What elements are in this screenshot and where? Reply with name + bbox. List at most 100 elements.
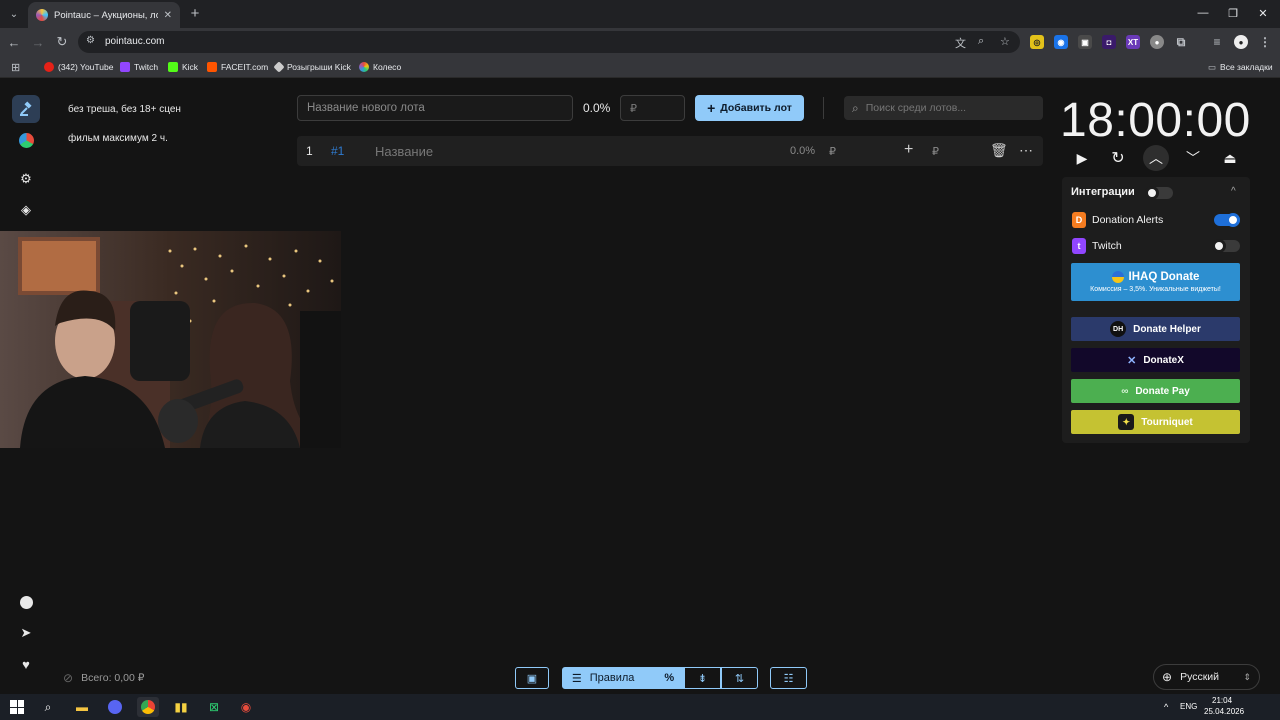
browser-menu-icon[interactable]: ⋮	[1258, 35, 1272, 49]
extension-icon-2[interactable]: ◉	[1054, 35, 1068, 49]
play-button[interactable]: ▶	[1069, 147, 1095, 169]
lot-name-input[interactable]: Название	[375, 144, 433, 159]
search-icon: ⌕	[44, 699, 52, 714]
donate-helper-button[interactable]: DH Donate Helper	[1071, 317, 1240, 341]
twitch-row: t Twitch	[1072, 237, 1122, 255]
split-button[interactable]: ⇟	[684, 667, 721, 689]
media-control-icon[interactable]: ≡	[1210, 35, 1224, 49]
donate-pay-label: Donate Pay	[1135, 385, 1190, 397]
eject-icon: ⏏	[1223, 149, 1237, 166]
bookmark-kick[interactable]: Kick	[168, 60, 198, 74]
extension-icon-3[interactable]: ▣	[1078, 35, 1092, 49]
ihaq-subtitle: Комиссия – 3,5%. Уникальные виджеты!	[1090, 286, 1221, 293]
tray-chevron-icon[interactable]: ^	[1164, 702, 1168, 712]
profile-avatar[interactable]: ●	[1234, 35, 1248, 49]
site-info-icon[interactable]: ⚙	[86, 35, 95, 46]
more-options-icon[interactable]: ⋯	[1019, 142, 1033, 159]
bookmark-wheel[interactable]: Колесо	[359, 60, 401, 74]
collapse-timer-button[interactable]: ⏏	[1217, 147, 1243, 169]
tab-search-menu[interactable]: ⌄	[4, 4, 24, 24]
bookmark-label: FACEIT.com	[221, 62, 269, 72]
chevron-up-icon: ︿	[1149, 150, 1163, 166]
wheel-nav-button[interactable]	[12, 126, 40, 154]
clear-lots-button[interactable]: ☷	[770, 667, 807, 689]
add-time-button[interactable]: ︿	[1143, 145, 1169, 171]
bookmark-twitch[interactable]: Twitch	[120, 60, 158, 74]
bookmark-faceit[interactable]: FACEIT.com	[207, 60, 268, 74]
percent-icon[interactable]: %	[664, 672, 674, 684]
lot-search-input[interactable]: ⌕ Поиск среди лотов...	[844, 96, 1043, 120]
zoom-icon[interactable]: ⌕	[978, 35, 984, 48]
reset-timer-button[interactable]: ↻	[1105, 147, 1131, 169]
all-bookmarks[interactable]: ▭ Все закладки	[1208, 60, 1273, 74]
chrome-button[interactable]	[137, 697, 159, 717]
auction-nav-button[interactable]	[12, 95, 40, 123]
close-window-button[interactable]: ✕	[1248, 4, 1278, 22]
sort-button[interactable]: ⇅	[721, 667, 758, 689]
telegram-button[interactable]: ➤	[12, 619, 40, 647]
donation-alerts-label: Donation Alerts	[1092, 214, 1164, 226]
forward-button[interactable]: →	[29, 33, 47, 51]
add-lot-button[interactable]: + Добавить лот	[695, 95, 804, 121]
integrations-toggle[interactable]	[1145, 186, 1173, 200]
donate-button[interactable]: ♥	[12, 650, 40, 678]
extension-icon-5[interactable]: XT	[1126, 35, 1140, 49]
subtract-time-button[interactable]: ﹀	[1180, 147, 1206, 169]
input-language[interactable]: ENG	[1180, 702, 1197, 711]
bookmark-youtube[interactable]: (342) YouTube	[44, 60, 113, 74]
donation-alerts-toggle[interactable]	[1214, 213, 1240, 227]
language-select[interactable]: ⊕ Русский ⇕	[1153, 664, 1260, 690]
layers-nav-button[interactable]: ◈	[12, 196, 40, 224]
favicon-icon	[36, 9, 48, 21]
clock-time[interactable]: 21:04	[1212, 696, 1232, 705]
github-button[interactable]	[12, 588, 40, 616]
bookmark-kick-giveaways[interactable]: Розыгрыши Kick	[273, 60, 351, 74]
add-amount-icon[interactable]: +	[904, 141, 913, 159]
start-button[interactable]	[6, 697, 28, 717]
extensions-puzzle-icon[interactable]: ⧉	[1174, 35, 1188, 49]
app-button-2[interactable]: ▮▮	[170, 697, 192, 717]
apps-grid-icon[interactable]: ⊞	[11, 60, 20, 74]
rules-button[interactable]: ☰ Правила %	[562, 667, 684, 689]
search-taskbar-button[interactable]: ⌕	[37, 697, 59, 717]
donatex-button[interactable]: ✕ DonateX	[1071, 348, 1240, 372]
minimize-button[interactable]: —	[1188, 4, 1218, 22]
app-button-4[interactable]: ◉	[235, 697, 257, 717]
restore-button[interactable]: ❐	[1218, 4, 1248, 22]
close-tab-icon[interactable]: ✕	[164, 10, 172, 21]
app-button-1[interactable]	[104, 697, 126, 717]
donation-alerts-row: D Donation Alerts	[1072, 211, 1163, 229]
new-lot-name-input[interactable]: Название нового лота	[297, 95, 573, 121]
bookmark-star-icon[interactable]: ☆	[1000, 35, 1010, 48]
faceit-icon	[207, 62, 217, 72]
browser-nav-bar: ← → ↻ ⚙ pointauc.com 文 ⌕ ☆ ◎ ◉ ▣ ◘ XT ● …	[0, 28, 1280, 56]
reload-button[interactable]: ↻	[53, 33, 71, 51]
timer-display: 18:00:00	[1060, 94, 1251, 147]
twitch-toggle[interactable]	[1212, 239, 1240, 253]
ihaq-title: IHAQ Donate	[1128, 271, 1200, 283]
extension-icon-4[interactable]: ◘	[1102, 35, 1116, 49]
new-tab-button[interactable]: +	[186, 4, 204, 22]
clock-date[interactable]: 25.04.2026	[1204, 707, 1244, 716]
extension-icon-6[interactable]: ●	[1150, 35, 1164, 49]
ihaq-donate-button[interactable]: IHAQ Donate Комиссия – 3,5%. Уникальные …	[1071, 263, 1240, 301]
file-explorer-button[interactable]: ▬	[71, 697, 93, 717]
bookmark-label: Розыгрыши Kick	[287, 62, 351, 72]
app-button-3[interactable]: ⊠	[203, 697, 225, 717]
collapse-chevron-icon[interactable]: ^	[1231, 186, 1236, 197]
donate-pay-button[interactable]: ∞ Donate Pay	[1071, 379, 1240, 403]
total-amount: ⊘ Всего: 0,00 ₽	[63, 671, 144, 685]
save-button[interactable]: ▣	[515, 667, 549, 689]
eye-off-icon[interactable]: ⊘	[63, 671, 73, 685]
lot-amount-input[interactable]: ₽	[932, 145, 939, 158]
translate-icon[interactable]: 文	[955, 35, 966, 51]
browser-tab[interactable]: Pointauc – Аукционы, лотереи ✕	[28, 2, 180, 28]
back-button[interactable]: ←	[5, 33, 23, 51]
tourniquet-button[interactable]: ✦ Tourniquet	[1071, 410, 1240, 434]
address-bar[interactable]: ⚙ pointauc.com 文 ⌕ ☆	[78, 31, 1020, 53]
new-lot-amount-input[interactable]: ₽	[620, 95, 685, 121]
extension-icon-1[interactable]: ◎	[1030, 35, 1044, 49]
trash-icon[interactable]: 🗑	[990, 142, 1008, 159]
os-taskbar: ⌕ ▬ ▮▮ ⊠ ◉ ^ ENG 21:04 25.04.2026	[0, 694, 1280, 720]
settings-nav-button[interactable]: ⚙	[12, 165, 40, 193]
